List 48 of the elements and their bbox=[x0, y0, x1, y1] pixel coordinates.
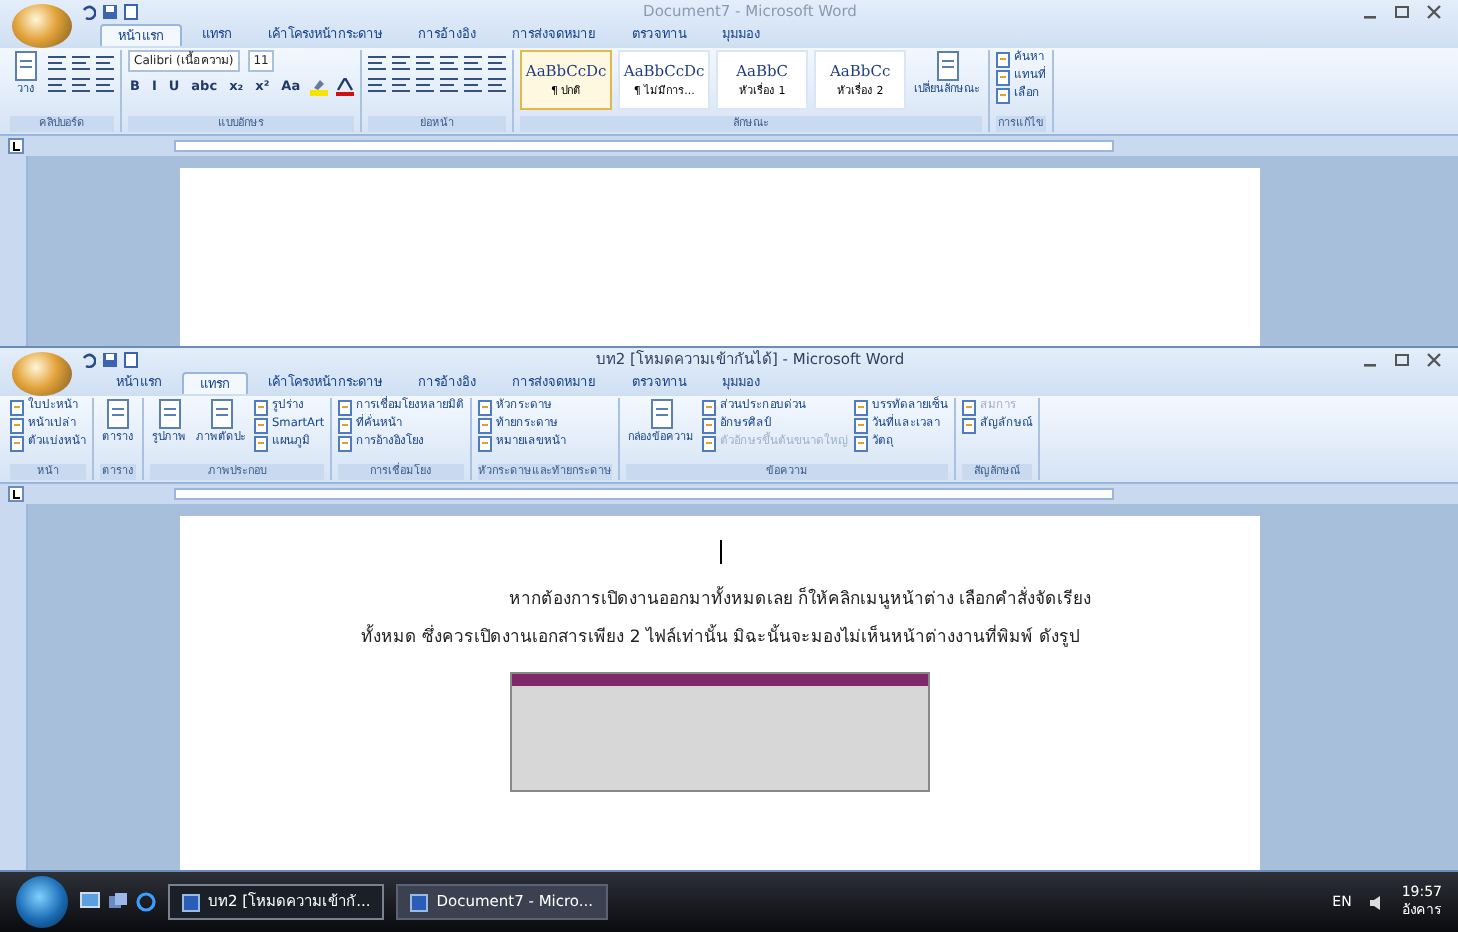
office-button[interactable] bbox=[12, 352, 72, 396]
toolbar-icon[interactable] bbox=[96, 76, 114, 92]
browser-icon[interactable] bbox=[136, 892, 156, 912]
paragraph: ทั้งหมด ซึ่งควรเปิดงานเอกสารเพียง 2 ไฟล์เท่านั้น มิฉะนั้นจะมองไม่เห็นหน้าต่างงานที่พิมพ์ ดังรูป bbox=[361, 625, 1079, 651]
new-document-icon[interactable] bbox=[124, 4, 138, 20]
close-icon[interactable] bbox=[1426, 4, 1442, 20]
speaker-icon[interactable] bbox=[1367, 893, 1386, 911]
toolbar-icon[interactable] bbox=[48, 54, 66, 70]
toolbar-icon[interactable] bbox=[368, 54, 387, 70]
toolbar-icon[interactable] bbox=[464, 76, 483, 92]
toolbar-icon[interactable] bbox=[392, 76, 411, 92]
document-icon bbox=[207, 398, 235, 430]
document-icon bbox=[647, 398, 676, 430]
toolbar-icon[interactable] bbox=[416, 54, 435, 70]
paragraph: หากต้องการเปิดงานออกมาทั้งหมดเลย ก็ให้คลิกเมนูหน้าต่าง เลือกคำสั่งจัดเรียง bbox=[506, 588, 1092, 614]
save-icon[interactable] bbox=[102, 4, 118, 20]
highlight-icon[interactable] bbox=[310, 78, 329, 96]
toolbar-icon[interactable] bbox=[488, 76, 507, 92]
toolbar-icon[interactable] bbox=[416, 76, 435, 92]
font-color-icon[interactable] bbox=[336, 78, 355, 96]
toolbar-icon[interactable] bbox=[440, 54, 459, 70]
toolbar-icon[interactable] bbox=[48, 76, 66, 92]
toolbar-icon[interactable] bbox=[96, 54, 114, 70]
maximize-icon[interactable] bbox=[1394, 352, 1410, 368]
start-button[interactable] bbox=[16, 876, 68, 928]
toolbar-icon[interactable] bbox=[464, 54, 483, 70]
office-button[interactable] bbox=[12, 4, 72, 48]
toolbar-icon[interactable] bbox=[368, 76, 387, 92]
toolbar-icon[interactable] bbox=[72, 54, 90, 70]
document-icon bbox=[933, 50, 962, 82]
document-icon bbox=[12, 50, 40, 82]
toolbar-icon[interactable] bbox=[72, 76, 90, 92]
save-icon[interactable] bbox=[102, 352, 118, 368]
undo-icon[interactable] bbox=[80, 4, 96, 20]
document-icon bbox=[155, 398, 183, 430]
undo-icon[interactable] bbox=[80, 352, 96, 368]
desktop-icon[interactable] bbox=[80, 892, 100, 910]
close-icon[interactable] bbox=[1426, 352, 1442, 368]
document-icon bbox=[104, 398, 132, 430]
toolbar-icon[interactable] bbox=[488, 54, 507, 70]
maximize-icon[interactable] bbox=[1394, 4, 1410, 20]
toolbar-icon[interactable] bbox=[392, 54, 411, 70]
text-cursor bbox=[719, 540, 721, 564]
tab-selector-icon[interactable] bbox=[8, 138, 24, 154]
new-document-icon[interactable] bbox=[124, 352, 138, 368]
window-switch-icon[interactable] bbox=[108, 892, 128, 910]
toolbar-icon[interactable] bbox=[440, 76, 459, 92]
tab-selector-icon[interactable] bbox=[8, 486, 24, 502]
